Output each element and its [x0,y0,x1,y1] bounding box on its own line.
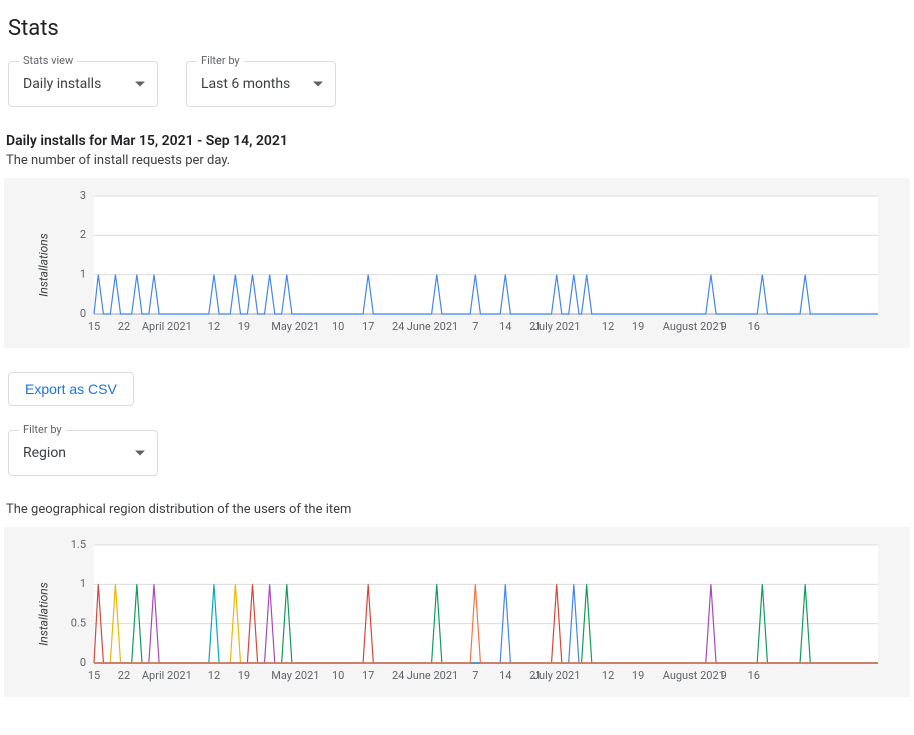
svg-text:7: 7 [472,320,478,333]
svg-text:17: 17 [362,669,374,682]
svg-text:1.5: 1.5 [71,539,86,551]
svg-text:9: 9 [721,669,727,682]
caret-down-icon [313,82,323,87]
svg-text:June 2021: June 2021 [407,669,459,682]
chart2-subtitle: The geographical region distribution of … [6,502,910,517]
chart2-ylabel: Installations [37,582,51,645]
svg-text:10: 10 [332,669,344,682]
svg-text:15: 15 [88,669,100,682]
svg-text:24: 24 [392,320,404,333]
svg-text:14: 14 [499,669,511,682]
svg-text:12: 12 [208,669,220,682]
caret-down-icon [135,82,145,87]
svg-text:16: 16 [748,669,760,682]
page-title: Stats [8,16,910,41]
svg-text:10: 10 [332,320,344,333]
stats-view-value: Daily installs [23,76,101,92]
svg-text:19: 19 [238,669,250,682]
stats-view-label: Stats view [19,54,77,67]
time-filter-value: Last 6 months [201,76,290,92]
region-filter-row: Filter by Region [8,430,910,476]
svg-text:2: 2 [80,228,86,241]
svg-text:16: 16 [748,320,760,333]
svg-text:9: 9 [721,320,727,333]
svg-text:17: 17 [362,320,374,333]
chart1-block: Installations 01231522April 20211219May … [4,178,910,348]
svg-text:July 2021: July 2021 [533,669,580,682]
svg-text:22: 22 [118,669,130,682]
caret-down-icon [135,451,145,456]
svg-text:0: 0 [80,656,86,669]
svg-text:22: 22 [118,320,130,333]
svg-text:7: 7 [472,669,478,682]
svg-text:24: 24 [392,669,404,682]
svg-text:April 2021: April 2021 [142,669,192,682]
svg-text:0.5: 0.5 [71,617,86,630]
svg-text:12: 12 [602,320,614,333]
export-csv-button[interactable]: Export as CSV [8,372,134,406]
svg-text:1: 1 [80,577,86,590]
time-filter-select[interactable]: Filter by Last 6 months [186,61,336,107]
chart1-svg: 01231522April 20211219May 2021101724June… [18,190,888,340]
svg-text:August 2021: August 2021 [663,320,725,333]
chart2-svg: 0 0.5 1 1.5 15 22 April 2021 12 19 May 2021 10 17 24… [18,539,888,689]
region-filter-value: Region [23,445,66,461]
svg-text:19: 19 [238,320,250,333]
svg-text:May 2021: May 2021 [271,669,319,682]
svg-text:12: 12 [208,320,220,333]
stats-view-select[interactable]: Stats view Daily installs [8,61,158,107]
filters-row: Stats view Daily installs Filter by Last… [8,61,910,107]
chart1-ylabel: Installations [37,233,51,296]
svg-text:19: 19 [632,320,644,333]
svg-text:15: 15 [88,320,100,333]
svg-text:June 2021: June 2021 [407,320,459,333]
svg-text:April 2021: April 2021 [142,320,192,333]
svg-text:0: 0 [80,307,86,320]
svg-text:May 2021: May 2021 [271,320,319,333]
svg-text:19: 19 [632,669,644,682]
svg-text:July 2021: July 2021 [533,320,580,333]
svg-text:14: 14 [499,320,511,333]
chart1-title: Daily installs for Mar 15, 2021 - Sep 14… [6,133,910,149]
svg-text:1: 1 [80,268,86,281]
region-filter-select[interactable]: Filter by Region [8,430,158,476]
svg-text:August 2021: August 2021 [663,669,725,682]
region-filter-label: Filter by [19,423,66,436]
chart1-subtitle: The number of install requests per day. [6,153,910,168]
svg-text:12: 12 [602,669,614,682]
time-filter-label: Filter by [197,54,244,67]
chart2-block: Installations 0 0.5 1 1.5 15 22 April 2021 12 19… [4,527,910,697]
svg-text:3: 3 [80,190,86,202]
